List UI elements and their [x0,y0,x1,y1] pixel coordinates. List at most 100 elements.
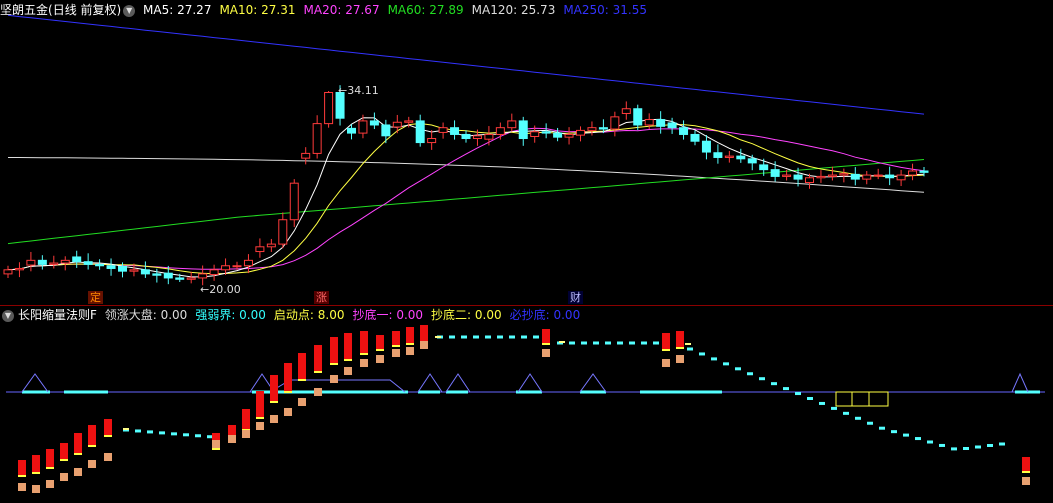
candle [461,130,471,143]
indicator-pane[interactable]: ▼ 长阳缩量法则F 领涨大盘: 0.00 强弱界: 0.00 启动点: 8.00 抄底一… [0,305,1053,503]
candle-body [541,131,551,134]
candle [862,171,872,185]
candle-body [896,174,906,181]
signal-bar-red [284,363,292,391]
ma-legend-item-value: 25.73 [520,3,556,17]
candle [690,130,700,146]
strength-dot [461,335,467,339]
strength-dot [831,406,837,410]
signal-bar-yellow [392,345,400,347]
signal-bar [228,425,236,443]
candle [278,212,288,249]
event-tag-text: 定 [90,291,101,304]
event-tag-zhang[interactable]: 涨 [314,291,329,304]
ma-legend-item-3: MA60: 27.89 [388,3,468,17]
candle [816,170,826,183]
candle [3,265,13,278]
triangle-marker [445,373,471,393]
event-tag-text: 涨 [316,291,327,304]
indicator-field-value: 0.00 [160,308,188,322]
signal-bar [344,333,352,375]
strength-dot [533,335,539,339]
strength-dot [891,430,897,434]
signal-bar-red [330,337,338,363]
strength-dot [509,335,515,339]
signal-bar-red [60,443,68,459]
candle-body [95,263,105,267]
strength-dot [617,341,623,345]
strength-dot [939,443,945,447]
candle-body [908,170,918,176]
strength-dot [735,367,741,371]
strength-dot [711,357,717,361]
candle-body [163,272,173,279]
main-price-chart[interactable]: 坚朗五金(日线 前复权) ▼ MA5: 27.27 MA10: 27.31 MA20:… [0,0,1053,305]
signal-bar [542,329,550,357]
signal-bar [406,327,414,355]
signal-bar-red [256,391,264,417]
candle [95,259,105,270]
strength-dot [521,335,527,339]
candle-body [232,265,242,268]
strength-dot [855,416,861,420]
candle [908,163,918,181]
chevron-down-icon[interactable]: ▼ [123,4,136,17]
candle-body [850,173,860,180]
indicator-field-value: 0.00 [396,308,424,322]
signal-bar-orange [46,480,54,488]
candle-body [266,243,276,248]
signal-bar-red [46,449,54,467]
candlestick-chart[interactable] [0,0,1053,305]
candle [621,101,631,120]
low-price-marker: ←20.00 [200,283,241,296]
candle [610,111,620,137]
indicator-field-value: 0.00 [239,308,266,322]
candle-body [724,155,734,158]
strength-dot [915,437,921,441]
signal-bar [330,337,338,383]
candle [839,168,849,183]
triangle-marker [417,373,443,393]
signal-bar-red [662,333,670,349]
candle-body [438,127,448,133]
signal-bar-red [344,333,352,359]
candle [633,104,643,131]
candle-body [198,273,208,279]
candle [667,117,677,134]
signal-bar-orange [1022,477,1030,485]
candle [518,116,528,146]
ma250-line [7,14,925,115]
signal-bar-yellow [104,435,112,437]
main-legend: 坚朗五金(日线 前复权) ▼ MA5: 27.27 MA10: 27.31 MA20:… [0,0,659,20]
signal-bar-orange [18,483,26,491]
signal-bar [60,443,68,481]
candle [324,91,334,128]
signal-bar [676,331,684,363]
event-tag-ding[interactable]: 定 [88,291,103,304]
candle-body [140,269,150,275]
candle [587,121,597,136]
strength-dot [747,372,753,376]
signal-bar-red [32,455,40,472]
signal-bar-orange [270,415,278,423]
event-tag-cai[interactable]: 财 [568,291,583,304]
triangle-marker [517,373,543,393]
strength-dot [879,426,885,430]
chevron-down-icon[interactable]: ▼ [2,309,14,322]
candle-body [415,120,425,144]
signal-bar-orange [74,468,82,476]
candle-body [152,273,162,276]
dash-marker [435,336,441,338]
candle-body [83,261,93,265]
candle-body [243,259,253,267]
candle [14,262,24,278]
signal-bar-yellow [256,417,264,419]
candle-body [576,129,585,136]
signal-bar-yellow [360,353,368,355]
indicator-field-label: 抄底一: [352,308,397,322]
candle [186,271,196,284]
strength-dot [903,433,909,437]
candle [209,264,219,281]
indicator-chart[interactable] [0,305,1053,503]
candle [827,166,837,181]
